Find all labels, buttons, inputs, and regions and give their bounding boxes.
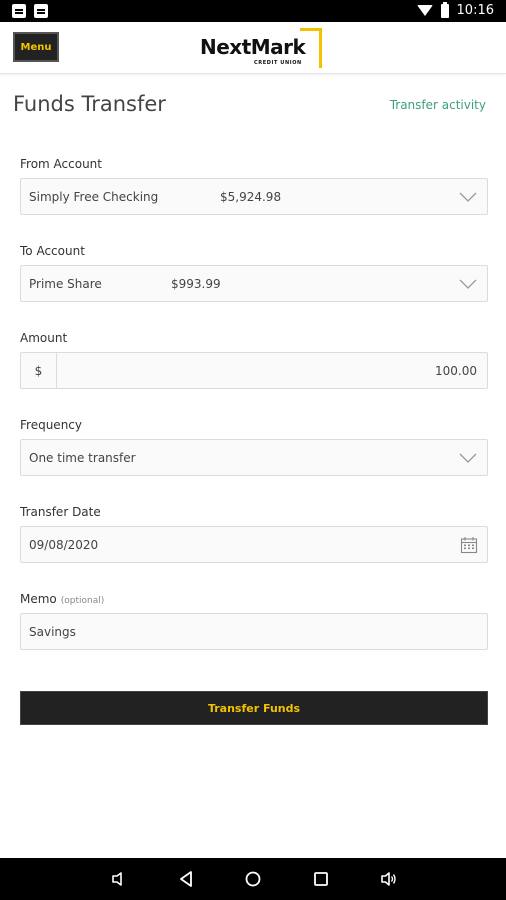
frequency-select[interactable]: One time transfer xyxy=(20,439,488,476)
calendar-icon[interactable] xyxy=(460,536,478,554)
menu-button[interactable]: Menu xyxy=(13,32,59,62)
from-account-name: Simply Free Checking xyxy=(29,190,159,204)
volume-down-icon[interactable] xyxy=(110,870,128,888)
to-account-balance: $993.99 xyxy=(171,277,221,291)
transfer-date-value: 09/08/2020 xyxy=(29,538,99,552)
wifi-icon xyxy=(416,5,433,16)
transfer-activity-link[interactable]: Transfer activity xyxy=(390,98,486,112)
memo-optional-hint: (optional) xyxy=(60,596,105,606)
status-bar: 10:16 xyxy=(0,0,506,22)
logo-subtitle: CREDIT UNION xyxy=(254,60,302,66)
volume-up-icon[interactable] xyxy=(380,870,398,888)
page-title: Funds Transfer xyxy=(13,92,166,116)
chevron-down-icon xyxy=(459,279,477,289)
amount-input[interactable] xyxy=(57,353,487,388)
notification-icon xyxy=(34,4,48,18)
to-account-select[interactable]: Prime Share $993.99 xyxy=(20,265,488,302)
frequency-value: One time transfer xyxy=(29,451,136,465)
battery-icon xyxy=(440,1,449,18)
from-account-select[interactable]: Simply Free Checking $5,924.98 xyxy=(20,178,488,215)
transfer-date-label: Transfer Date xyxy=(20,505,101,519)
amount-field: $ xyxy=(20,352,488,389)
to-account-name: Prime Share xyxy=(29,277,102,291)
from-account-label: From Account xyxy=(20,157,102,171)
brand-logo[interactable]: NextMark CREDIT UNION xyxy=(200,28,322,68)
status-time: 10:16 xyxy=(456,3,494,18)
system-nav-bar xyxy=(0,858,506,900)
amount-label: Amount xyxy=(20,331,68,345)
chevron-down-icon xyxy=(459,192,477,202)
memo-field[interactable]: Savings xyxy=(20,613,488,650)
logo-wordmark: NextMark xyxy=(200,35,306,59)
system-icons: 10:16 xyxy=(416,1,494,18)
back-icon[interactable] xyxy=(177,870,195,888)
notification-icon xyxy=(12,4,26,18)
memo-label: Memo (optional) xyxy=(20,592,104,606)
transfer-funds-button[interactable]: Transfer Funds xyxy=(20,691,488,725)
memo-value: Savings xyxy=(29,625,76,639)
from-account-balance: $5,924.98 xyxy=(220,190,282,204)
home-icon[interactable] xyxy=(244,870,262,888)
transfer-date-field[interactable]: 09/08/2020 xyxy=(20,526,488,563)
app-header: Menu NextMark CREDIT UNION xyxy=(0,22,506,74)
recents-icon[interactable] xyxy=(312,870,330,888)
to-account-label: To Account xyxy=(20,244,85,258)
currency-prefix: $ xyxy=(21,353,57,388)
notification-icons xyxy=(12,4,48,18)
memo-label-text: Memo xyxy=(20,592,57,606)
frequency-label: Frequency xyxy=(20,418,82,432)
chevron-down-icon xyxy=(459,453,477,463)
